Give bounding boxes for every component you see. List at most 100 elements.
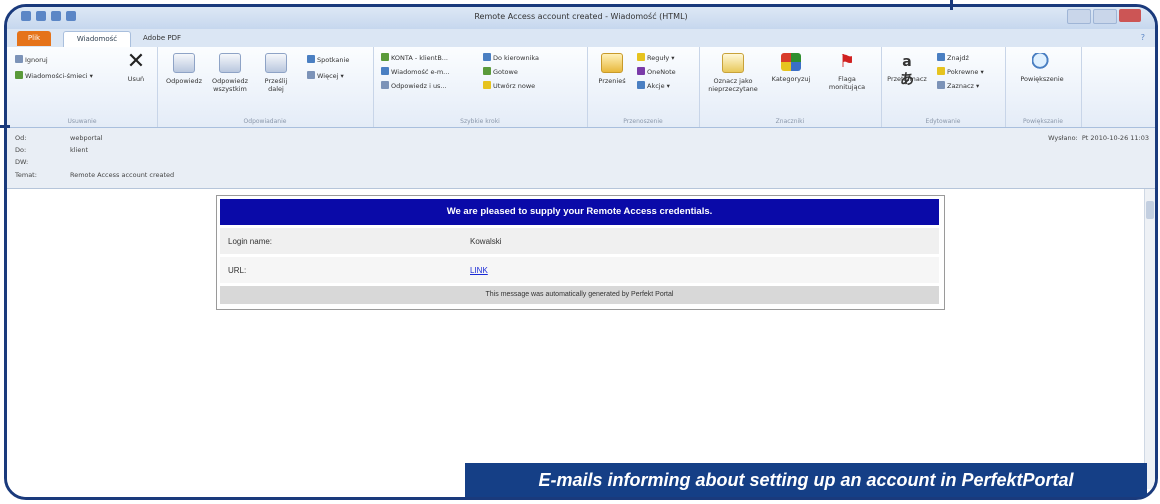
close-icon[interactable] (1119, 9, 1141, 22)
window-title: Remote Access account created - Wiadomoś… (474, 12, 688, 21)
group-label: Odpowiadanie (243, 118, 287, 125)
quick-step-icon (381, 67, 389, 75)
ignore-button[interactable]: Ignoruj (15, 55, 48, 64)
auto-generated-note: This message was automatically generated… (220, 286, 939, 304)
reply-all-button[interactable]: Odpowiedz wszystkim (211, 53, 249, 93)
subject-value: Remote Access account created (70, 171, 175, 179)
minimize-icon[interactable] (1067, 9, 1091, 24)
group-zoom: Powiększenie Powiększanie (1005, 47, 1082, 127)
zoom-button[interactable]: Powiększenie (1009, 53, 1075, 83)
scroll-thumb[interactable] (1146, 201, 1154, 219)
group-label: Usuwanie (67, 118, 97, 125)
url-label: URL: (228, 266, 247, 275)
quick-step-4[interactable]: Do kierownika (483, 53, 539, 62)
reply-button[interactable]: Odpowiedz (165, 53, 203, 85)
group-tags: Oznacz jako nieprzeczytane Kategoryzuj ⚑… (699, 47, 882, 127)
quick-step-2[interactable]: Wiadomość e-m... (381, 67, 449, 76)
group-move: Przenieś Reguły ▾ OneNote Akcje ▾ Przeno… (587, 47, 700, 127)
meeting-button[interactable]: Spotkanie (307, 55, 349, 64)
select-icon (937, 81, 945, 89)
categorize-button[interactable]: Kategoryzuj (767, 53, 815, 83)
meeting-icon (307, 55, 315, 63)
subject-row: Temat: Remote Access account created (15, 171, 174, 179)
login-value: Kowalski (470, 237, 502, 246)
cc-label: DW: (15, 158, 29, 166)
flag-icon: ⚑ (838, 51, 856, 72)
translate-button[interactable]: aあ Przetłumacz (885, 53, 929, 88)
url-link[interactable]: LINK (470, 266, 488, 275)
delete-button[interactable]: ✕ Usuń (117, 49, 155, 84)
forward-button[interactable]: Prześlij dalej (257, 53, 295, 93)
ribbon: Ignoruj Wiadomości-śmieci ▾ ✕ Usuń Usuwan… (7, 47, 1155, 128)
from-label: Od: (15, 134, 27, 142)
sent-row: Wysłano: Pt 2010-10-26 11:03 (1048, 134, 1149, 142)
from-row: Od: webportal (15, 134, 103, 142)
group-respond: Odpowiedz Odpowiedz wszystkim Prześlij d… (157, 47, 374, 127)
find-button[interactable]: Znajdź (937, 53, 969, 62)
mark-unread-button[interactable]: Oznacz jako nieprzeczytane (705, 53, 761, 93)
forward-icon (265, 53, 287, 73)
rules-button[interactable]: Reguły ▾ (637, 53, 675, 62)
related-button[interactable]: Pokrewne ▾ (937, 67, 984, 76)
window-controls (1067, 9, 1141, 24)
quick-step-5[interactable]: Gotowe (483, 67, 518, 76)
to-value[interactable]: klient (70, 146, 88, 154)
help-icon[interactable]: ? (1141, 33, 1145, 42)
junk-button[interactable]: Wiadomości-śmieci ▾ (15, 71, 93, 80)
sent-label: Wysłano: (1048, 134, 1078, 142)
actions-button[interactable]: Akcje ▾ (637, 81, 670, 90)
followup-button[interactable]: ⚑ Flaga monitująca (821, 51, 873, 92)
quick-step-6[interactable]: Utwórz nowe (483, 81, 535, 90)
tab-message[interactable]: Wiadomość (63, 31, 131, 47)
vertical-scrollbar[interactable] (1144, 189, 1155, 489)
message-header: Od: webportal Do: klient DW: Temat: Remote … (7, 128, 1155, 189)
caption-banner: E-mails informing about setting up an ac… (465, 463, 1147, 497)
actions-icon (637, 81, 645, 89)
maximize-icon[interactable] (1093, 9, 1117, 24)
cc-row: DW: (15, 158, 70, 166)
to-label: Do: (15, 146, 27, 154)
quick-step-icon (381, 53, 389, 61)
quick-step-1[interactable]: KONTA - klientB... (381, 53, 448, 62)
to-row: Do: klient (15, 146, 88, 154)
onenote-button[interactable]: OneNote (637, 67, 676, 76)
envelope-icon (722, 53, 744, 73)
quick-step-icon (483, 53, 491, 61)
magnifier-icon (1032, 53, 1052, 71)
group-label: Edytowanie (925, 118, 961, 125)
decorative-line (0, 125, 10, 128)
group-label: Powiększanie (1023, 118, 1063, 125)
find-icon (937, 53, 945, 61)
group-label: Znaczniki (775, 118, 805, 125)
tab-adobe-pdf[interactable]: Adobe PDF (137, 31, 187, 46)
translate-icon: aあ (900, 54, 914, 88)
ignore-icon (15, 55, 23, 63)
onenote-icon (637, 67, 645, 75)
select-button[interactable]: Zaznacz ▾ (937, 81, 979, 90)
group-label: Szybkie kroki (460, 118, 500, 125)
quick-step-3[interactable]: Odpowiedz i us... (381, 81, 447, 90)
folder-icon (601, 53, 623, 73)
reply-icon (173, 53, 195, 73)
group-quick-steps: KONTA - klientB... Wiadomość e-m... Odpo… (373, 47, 588, 127)
credentials-heading: We are pleased to supply your Remote Acc… (220, 199, 939, 225)
junk-icon (15, 71, 23, 79)
more-icon (307, 71, 315, 79)
decorative-line (950, 0, 953, 10)
delete-icon: ✕ (126, 49, 146, 74)
subject-label: Temat: (15, 171, 37, 179)
group-editing: aあ Przetłumacz Znajdź Pokrewne ▾ Zaznacz … (881, 47, 1006, 127)
related-icon (937, 67, 945, 75)
from-value[interactable]: webportal (70, 134, 103, 142)
ribbon-tabs: Plik Wiadomość Adobe PDF ? (7, 29, 1155, 48)
credentials-card: We are pleased to supply your Remote Acc… (216, 195, 945, 310)
title-bar: Remote Access account created - Wiadomoś… (7, 7, 1155, 30)
move-button[interactable]: Przenieś (593, 53, 631, 85)
more-button[interactable]: Więcej ▾ (307, 71, 344, 80)
login-label: Login name: (228, 237, 273, 246)
rules-icon (637, 53, 645, 61)
login-row: Login name: Kowalski (220, 228, 939, 254)
sent-value: Pt 2010-10-26 11:03 (1081, 134, 1149, 142)
tab-file[interactable]: Plik (17, 31, 51, 46)
quick-step-icon (381, 81, 389, 89)
